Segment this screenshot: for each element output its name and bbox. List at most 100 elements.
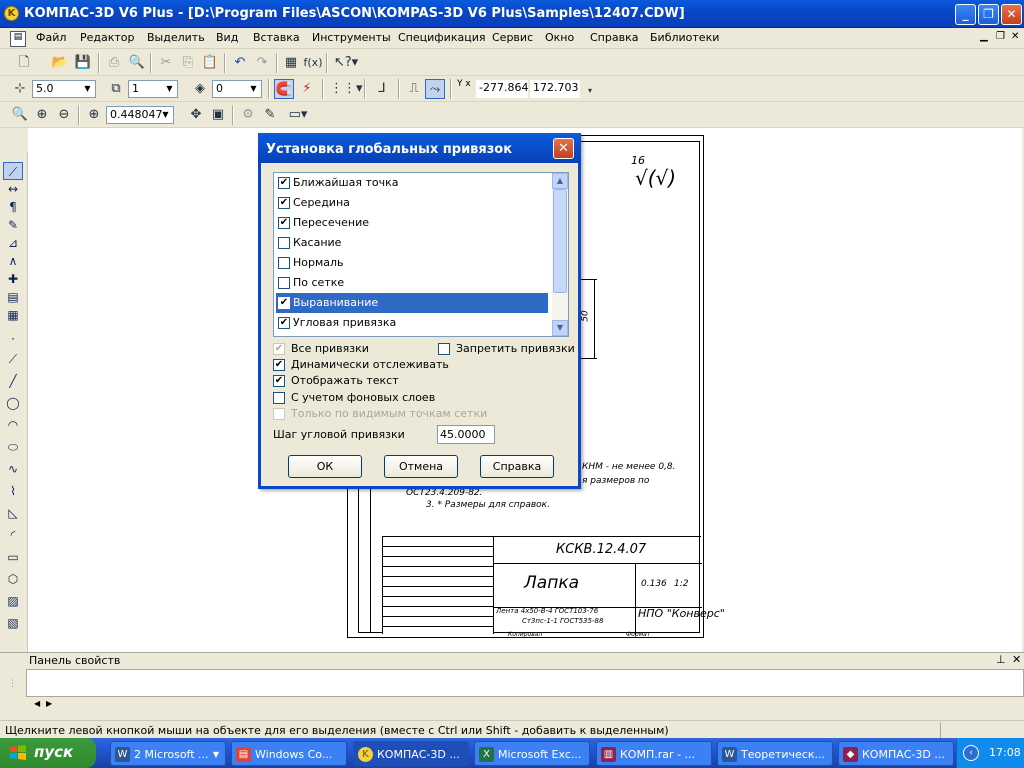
zoom-select[interactable]: 0.448047 ▼ [106,106,174,124]
panel-close-icon[interactable]: ✕ [1012,653,1021,666]
paste-icon[interactable]: 📋 [200,53,220,73]
geometry-icon[interactable]: ⟋ [3,162,23,180]
cancel-button[interactable]: Отмена [384,455,458,478]
symbols-icon[interactable]: ¶ [3,198,23,216]
task-word[interactable]: W 2 Microsoft ... ▼ [110,741,226,766]
start-button[interactable]: пуск [0,738,96,768]
menu-libraries[interactable]: Библиотеки [650,31,719,44]
list-item-selected[interactable]: ✔ Выравнивание [276,293,548,313]
coord-y-field[interactable]: 172.703 [530,80,580,98]
edit-icon[interactable]: ✎ [3,216,23,234]
scroll-down-icon[interactable]: ▼ [552,320,568,336]
segment-icon[interactable]: ╱ [3,372,23,390]
copy-icon[interactable]: ⎘ [178,53,198,73]
dimensions-icon[interactable]: ↔ [3,180,23,198]
polyline-icon[interactable]: ⌇ [3,482,23,500]
rebuild-icon[interactable]: ⚙ [238,105,258,125]
chevron-down-icon[interactable]: ▾ [580,81,600,101]
zoom-out-icon[interactable]: ⊖ [54,105,74,125]
local-cs-icon[interactable]: ⅃ [372,79,392,99]
doc-restore-icon[interactable]: ❐ [996,31,1005,42]
ellipse-icon[interactable]: ⬭ [3,438,23,456]
angle-step-input[interactable]: 45.0000 [437,425,495,444]
chamfer-icon[interactable]: ◺ [3,504,23,522]
snaps-list[interactable]: ✔ Ближайшая точка ✔ Середина ✔ Пересечение … [273,172,569,337]
grid-icon[interactable]: ⋮⋮▾ [330,79,363,99]
list-item[interactable]: ✔ Угловая привязка [276,313,548,333]
show-all-icon[interactable]: ▣ [208,105,228,125]
maximize-button[interactable]: ❐ [978,4,999,25]
minimize-button[interactable]: _ [955,4,976,25]
menu-help[interactable]: Справка [590,31,638,44]
menu-tools[interactable]: Инструменты [312,31,391,44]
menu-insert[interactable]: Вставка [253,31,300,44]
tab-left-icon[interactable]: ◀ [34,699,40,708]
checkbox-checked-icon[interactable]: ✔ [278,317,290,329]
menu-specification[interactable]: Спецификация [398,31,485,44]
checkbox-unchecked-icon[interactable] [278,237,290,249]
point-icon[interactable]: · [3,330,23,348]
tab-right-icon[interactable]: ▶ [46,699,52,708]
doc-minimize-icon[interactable]: ▁ [980,31,988,42]
forbid-snaps-checkbox[interactable]: Запретить привязки [438,342,575,356]
checkbox-checked-icon[interactable]: ✔ [278,217,290,229]
aux-line-icon[interactable]: ⟋ [3,350,23,368]
rectangle-icon[interactable]: ▭ [3,548,23,566]
grid-step-icon[interactable]: ⊹ [10,79,30,99]
task-windows-commander[interactable]: ▤ Windows Co... [231,741,347,766]
help-button[interactable]: Справка [480,455,554,478]
list-item[interactable]: ✔ Ближайшая точка [276,173,548,193]
layer-select[interactable]: 0 ▼ [212,80,262,98]
view-select[interactable]: 1 ▼ [128,80,178,98]
fillet-icon[interactable]: ◜ [3,526,23,544]
step-select[interactable]: 5.0 ▼ [32,80,96,98]
circle-icon[interactable]: ◯ [3,394,23,412]
list-scrollbar[interactable]: ▲ ▼ [552,173,568,336]
task-kompas-2[interactable]: ◆ КОМПАС-3D ... [838,741,954,766]
parametrize-icon[interactable]: ⊿ [3,234,23,252]
dynamic-checkbox[interactable]: ✔ Динамически отслеживать [273,358,449,372]
open-file-icon[interactable]: 📂 [50,53,70,73]
contour-icon[interactable]: ▧ [3,614,23,632]
all-snaps-checkbox[interactable]: ✔ Все привязки [273,342,369,356]
undo-icon[interactable]: ↶ [230,53,250,73]
redo-icon[interactable]: ↷ [252,53,272,73]
menu-editor[interactable]: Редактор [80,31,135,44]
menu-file[interactable]: Файл [36,31,66,44]
polygon-icon[interactable]: ⬡ [3,570,23,588]
task-theory[interactable]: W Теоретическ... [717,741,833,766]
list-item[interactable]: ✔ Пересечение [276,213,548,233]
cut-icon[interactable]: ✂ [156,53,176,73]
zoom-in-icon[interactable]: ⊕ [32,105,52,125]
context-help-icon[interactable]: ↖?▾ [332,53,360,73]
pan-icon[interactable]: ✥ [186,105,206,125]
list-item[interactable]: Нормаль [276,253,548,273]
view-icon[interactable]: ⧉ [106,79,126,99]
menu-view[interactable]: Вид [216,31,238,44]
manager-icon[interactable]: ▦ [281,53,301,73]
select-icon[interactable]: ✚ [3,270,23,288]
scroll-up-icon[interactable]: ▲ [552,173,568,189]
document-icon[interactable]: ▤ [10,31,26,47]
display-mode-icon[interactable]: ▭▾ [282,105,314,125]
print-icon[interactable]: ⎙ [104,53,124,73]
checkbox-checked-icon[interactable]: ✔ [278,297,290,309]
save-icon[interactable]: 💾 [73,53,93,73]
measure-icon[interactable]: ∧ [3,252,23,270]
hatch-icon[interactable]: ▨ [3,592,23,610]
checkbox-checked-icon[interactable]: ✔ [278,197,290,209]
menu-window[interactable]: Окно [545,31,574,44]
task-kompas-active[interactable]: K КОМПАС-3D ... [353,741,469,766]
new-file-icon[interactable]: 🗋 [14,53,34,73]
task-winrar[interactable]: ▥ КОМП.rar - ... [596,741,712,766]
background-layers-checkbox[interactable]: С учетом фоновых слоев [273,391,435,405]
checkbox-checked-icon[interactable]: ✔ [278,177,290,189]
menu-service[interactable]: Сервис [492,31,533,44]
refresh-icon[interactable]: ✎ [260,105,280,125]
scroll-thumb[interactable] [553,189,567,293]
local-snap-icon[interactable]: ⚡ [297,79,317,99]
ok-button[interactable]: ОК [288,455,362,478]
doc-close-icon[interactable]: ✕ [1011,31,1019,42]
arc-icon[interactable]: ◠ [3,416,23,434]
list-item[interactable]: ✔ Середина [276,193,548,213]
